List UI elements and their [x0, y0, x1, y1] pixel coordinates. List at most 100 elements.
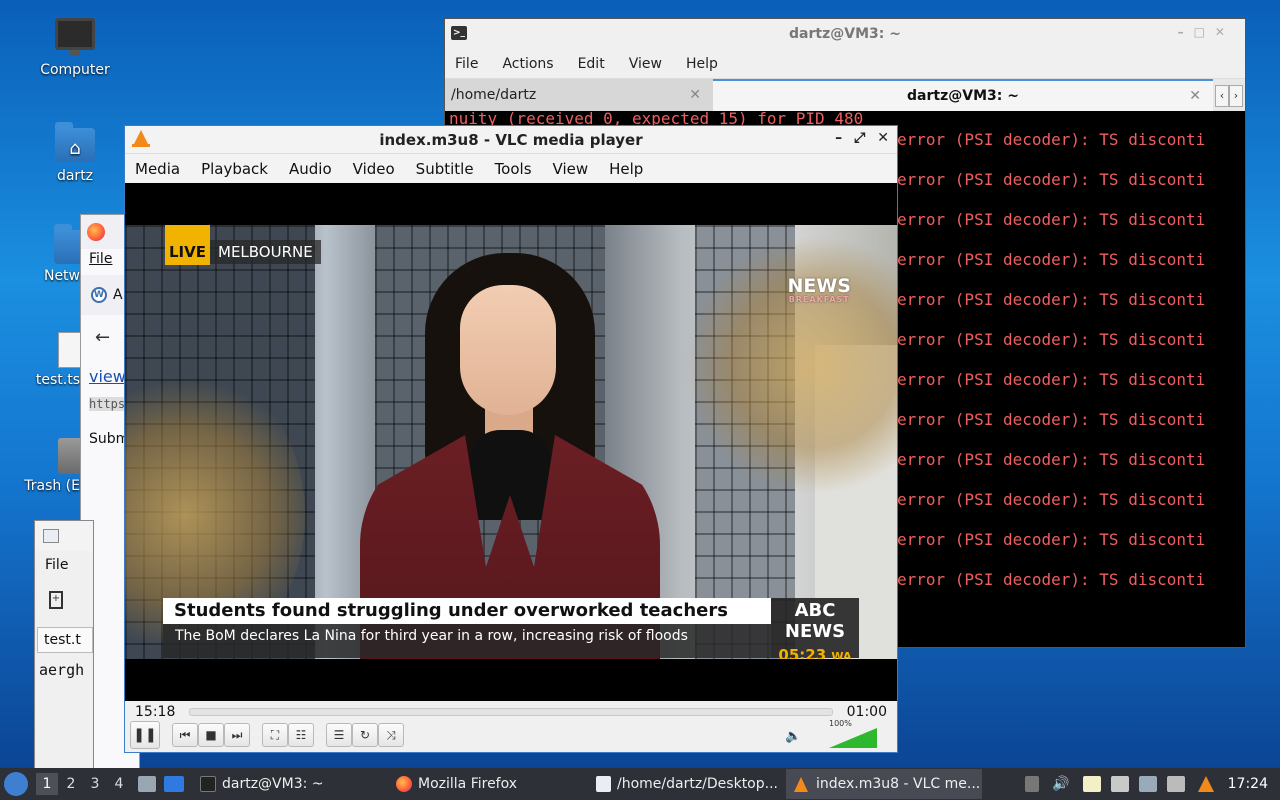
- close-icon[interactable]: ✕: [1189, 88, 1201, 104]
- live-tag: LIVE: [165, 225, 210, 265]
- menu-audio[interactable]: Audio: [289, 160, 332, 178]
- terminal-title: dartz@VM3: ~: [789, 26, 901, 42]
- volume-level: [829, 728, 877, 748]
- vlc-tray-icon[interactable]: [1197, 776, 1214, 792]
- vlc-window[interactable]: index.m3u8 - VLC media player – ⤢ ✕ Medi…: [124, 125, 898, 753]
- task-label: index.m3u8 - VLC me...: [816, 776, 981, 792]
- menu-playback[interactable]: Playback: [201, 160, 268, 178]
- menu-video[interactable]: Video: [353, 160, 395, 178]
- seek-bar[interactable]: [189, 708, 833, 716]
- computer-icon: [55, 18, 95, 56]
- extended-settings-button[interactable]: ☷: [288, 723, 314, 747]
- fullscreen-icon: ⛶: [270, 727, 280, 742]
- minimize-icon[interactable]: –: [835, 130, 842, 146]
- show-desktop-icon[interactable]: [164, 776, 184, 792]
- whisker-menu-icon[interactable]: [4, 772, 28, 796]
- close-icon[interactable]: ✕: [877, 130, 889, 146]
- menu-help[interactable]: Help: [609, 160, 643, 178]
- desktop-icon-home[interactable]: ⌂ dartz: [30, 122, 120, 184]
- previous-button[interactable]: ⏮: [172, 723, 198, 747]
- terminal-icon: [200, 776, 216, 792]
- close-icon[interactable]: ✕: [689, 87, 701, 103]
- updates-icon[interactable]: [1166, 776, 1185, 792]
- firefox-icon: [396, 776, 412, 792]
- editor-text[interactable]: aergh: [39, 661, 84, 679]
- playlist-icon: ☰: [333, 728, 345, 742]
- task-mousepad[interactable]: /home/dartz/Desktop...: [588, 769, 786, 799]
- desktop-icon-network[interactable]: Netw: [14, 224, 94, 284]
- desktop-icon-computer[interactable]: Computer: [30, 18, 120, 78]
- page-link[interactable]: view: [89, 367, 126, 386]
- clipboard-icon[interactable]: [1082, 776, 1101, 792]
- scroll-tray-icon[interactable]: [1025, 776, 1040, 792]
- next-button[interactable]: ⏭: [224, 723, 250, 747]
- menu-media[interactable]: Media: [135, 160, 180, 178]
- speaker-icon[interactable]: 🔈: [785, 729, 801, 744]
- terminal-line: error (PSI decoder): TS disconti: [897, 450, 1206, 469]
- clock[interactable]: 17:24: [1228, 776, 1268, 792]
- terminal-line: error (PSI decoder): TS disconti: [897, 530, 1206, 549]
- fullscreen-button[interactable]: ⛶: [262, 723, 288, 747]
- remaining-time: 01:00: [846, 704, 887, 720]
- shuffle-button[interactable]: ⤨: [378, 723, 404, 747]
- stop-button[interactable]: ■: [198, 723, 224, 747]
- workspace-4[interactable]: 4: [108, 773, 130, 795]
- video-area[interactable]: LIVE MELBOURNE NEWS BREAKFAST Students f…: [125, 183, 897, 701]
- news-ticker: The BoM declares La Nina for third year …: [163, 624, 771, 658]
- menu-file[interactable]: File: [455, 56, 478, 72]
- workspace-2[interactable]: 2: [60, 773, 82, 795]
- system-tray: 🔊 17:24: [1020, 768, 1280, 800]
- volume-icon[interactable]: 🔊: [1052, 776, 1069, 792]
- desktop-icon-test-ts[interactable]: test.ts: [20, 332, 88, 388]
- menu-tools[interactable]: Tools: [495, 160, 532, 178]
- menu-actions[interactable]: Actions: [502, 56, 553, 72]
- vlc-titlebar[interactable]: index.m3u8 - VLC media player – ⤢ ✕: [125, 126, 897, 154]
- menu-help[interactable]: Help: [686, 56, 718, 72]
- terminal-line: error (PSI decoder): TS disconti: [897, 130, 1206, 149]
- previous-icon: ⏮: [179, 727, 191, 742]
- window-controls[interactable]: –□✕: [1178, 25, 1235, 39]
- editor-tab[interactable]: test.t: [37, 627, 93, 653]
- network-icon[interactable]: [1110, 776, 1129, 792]
- volume-slider[interactable]: 100%: [829, 719, 877, 748]
- new-document-icon[interactable]: +: [49, 591, 63, 609]
- task-firefox[interactable]: Mozilla Firefox: [388, 769, 588, 799]
- loop-button[interactable]: ↻: [352, 723, 378, 747]
- menu-view[interactable]: View: [629, 56, 662, 72]
- file-manager-icon[interactable]: [138, 776, 156, 792]
- terminal-line: error (PSI decoder): TS disconti: [897, 490, 1206, 509]
- menu-subtitle[interactable]: Subtitle: [416, 160, 474, 178]
- tab-dartz-vm3[interactable]: dartz@VM3: ~ ✕: [713, 79, 1213, 111]
- tab-home-dartz[interactable]: /home/dartz ✕: [445, 79, 713, 111]
- task-label: Mozilla Firefox: [418, 776, 518, 792]
- menu-view[interactable]: View: [553, 160, 589, 178]
- pause-button[interactable]: ❚❚: [130, 721, 160, 749]
- mousepad-window[interactable]: File + test.t aergh: [34, 520, 94, 770]
- workspace-3[interactable]: 3: [84, 773, 106, 795]
- shuffle-icon: ⤨: [386, 727, 396, 742]
- live-badge: LIVE MELBOURNE: [165, 225, 321, 265]
- task-vlc[interactable]: index.m3u8 - VLC me...: [786, 769, 982, 799]
- back-arrow-icon[interactable]: ←: [95, 327, 110, 348]
- elapsed-time: 15:18: [135, 704, 176, 720]
- playlist-button[interactable]: ☰: [326, 723, 352, 747]
- abc-news-logo: ABC NEWS: [784, 600, 846, 642]
- stop-icon: ■: [205, 728, 217, 742]
- terminal-titlebar[interactable]: >_ dartz@VM3: ~ –□✕: [445, 19, 1245, 49]
- menu-file[interactable]: File: [45, 557, 68, 573]
- text-editor-icon: [596, 776, 611, 792]
- mousepad-titlebar[interactable]: [35, 521, 93, 551]
- chevron-right-icon[interactable]: ›: [1229, 85, 1243, 107]
- menu-file[interactable]: File: [89, 251, 112, 267]
- maximize-icon[interactable]: ⤢: [854, 130, 865, 146]
- notification-icon[interactable]: [1138, 776, 1157, 792]
- menu-edit[interactable]: Edit: [578, 56, 605, 72]
- desktop-icon-label: dartz: [56, 168, 94, 184]
- chevron-left-icon[interactable]: ‹: [1215, 85, 1229, 107]
- terminal-line: error (PSI decoder): TS disconti: [897, 410, 1206, 429]
- task-terminal[interactable]: dartz@VM3: ~: [192, 769, 388, 799]
- lower-third: Students found struggling under overwork…: [163, 598, 859, 659]
- firefox-icon: [87, 223, 105, 241]
- workspace-1[interactable]: 1: [36, 773, 58, 795]
- desktop-icon-trash[interactable]: Trash (E: [20, 438, 88, 494]
